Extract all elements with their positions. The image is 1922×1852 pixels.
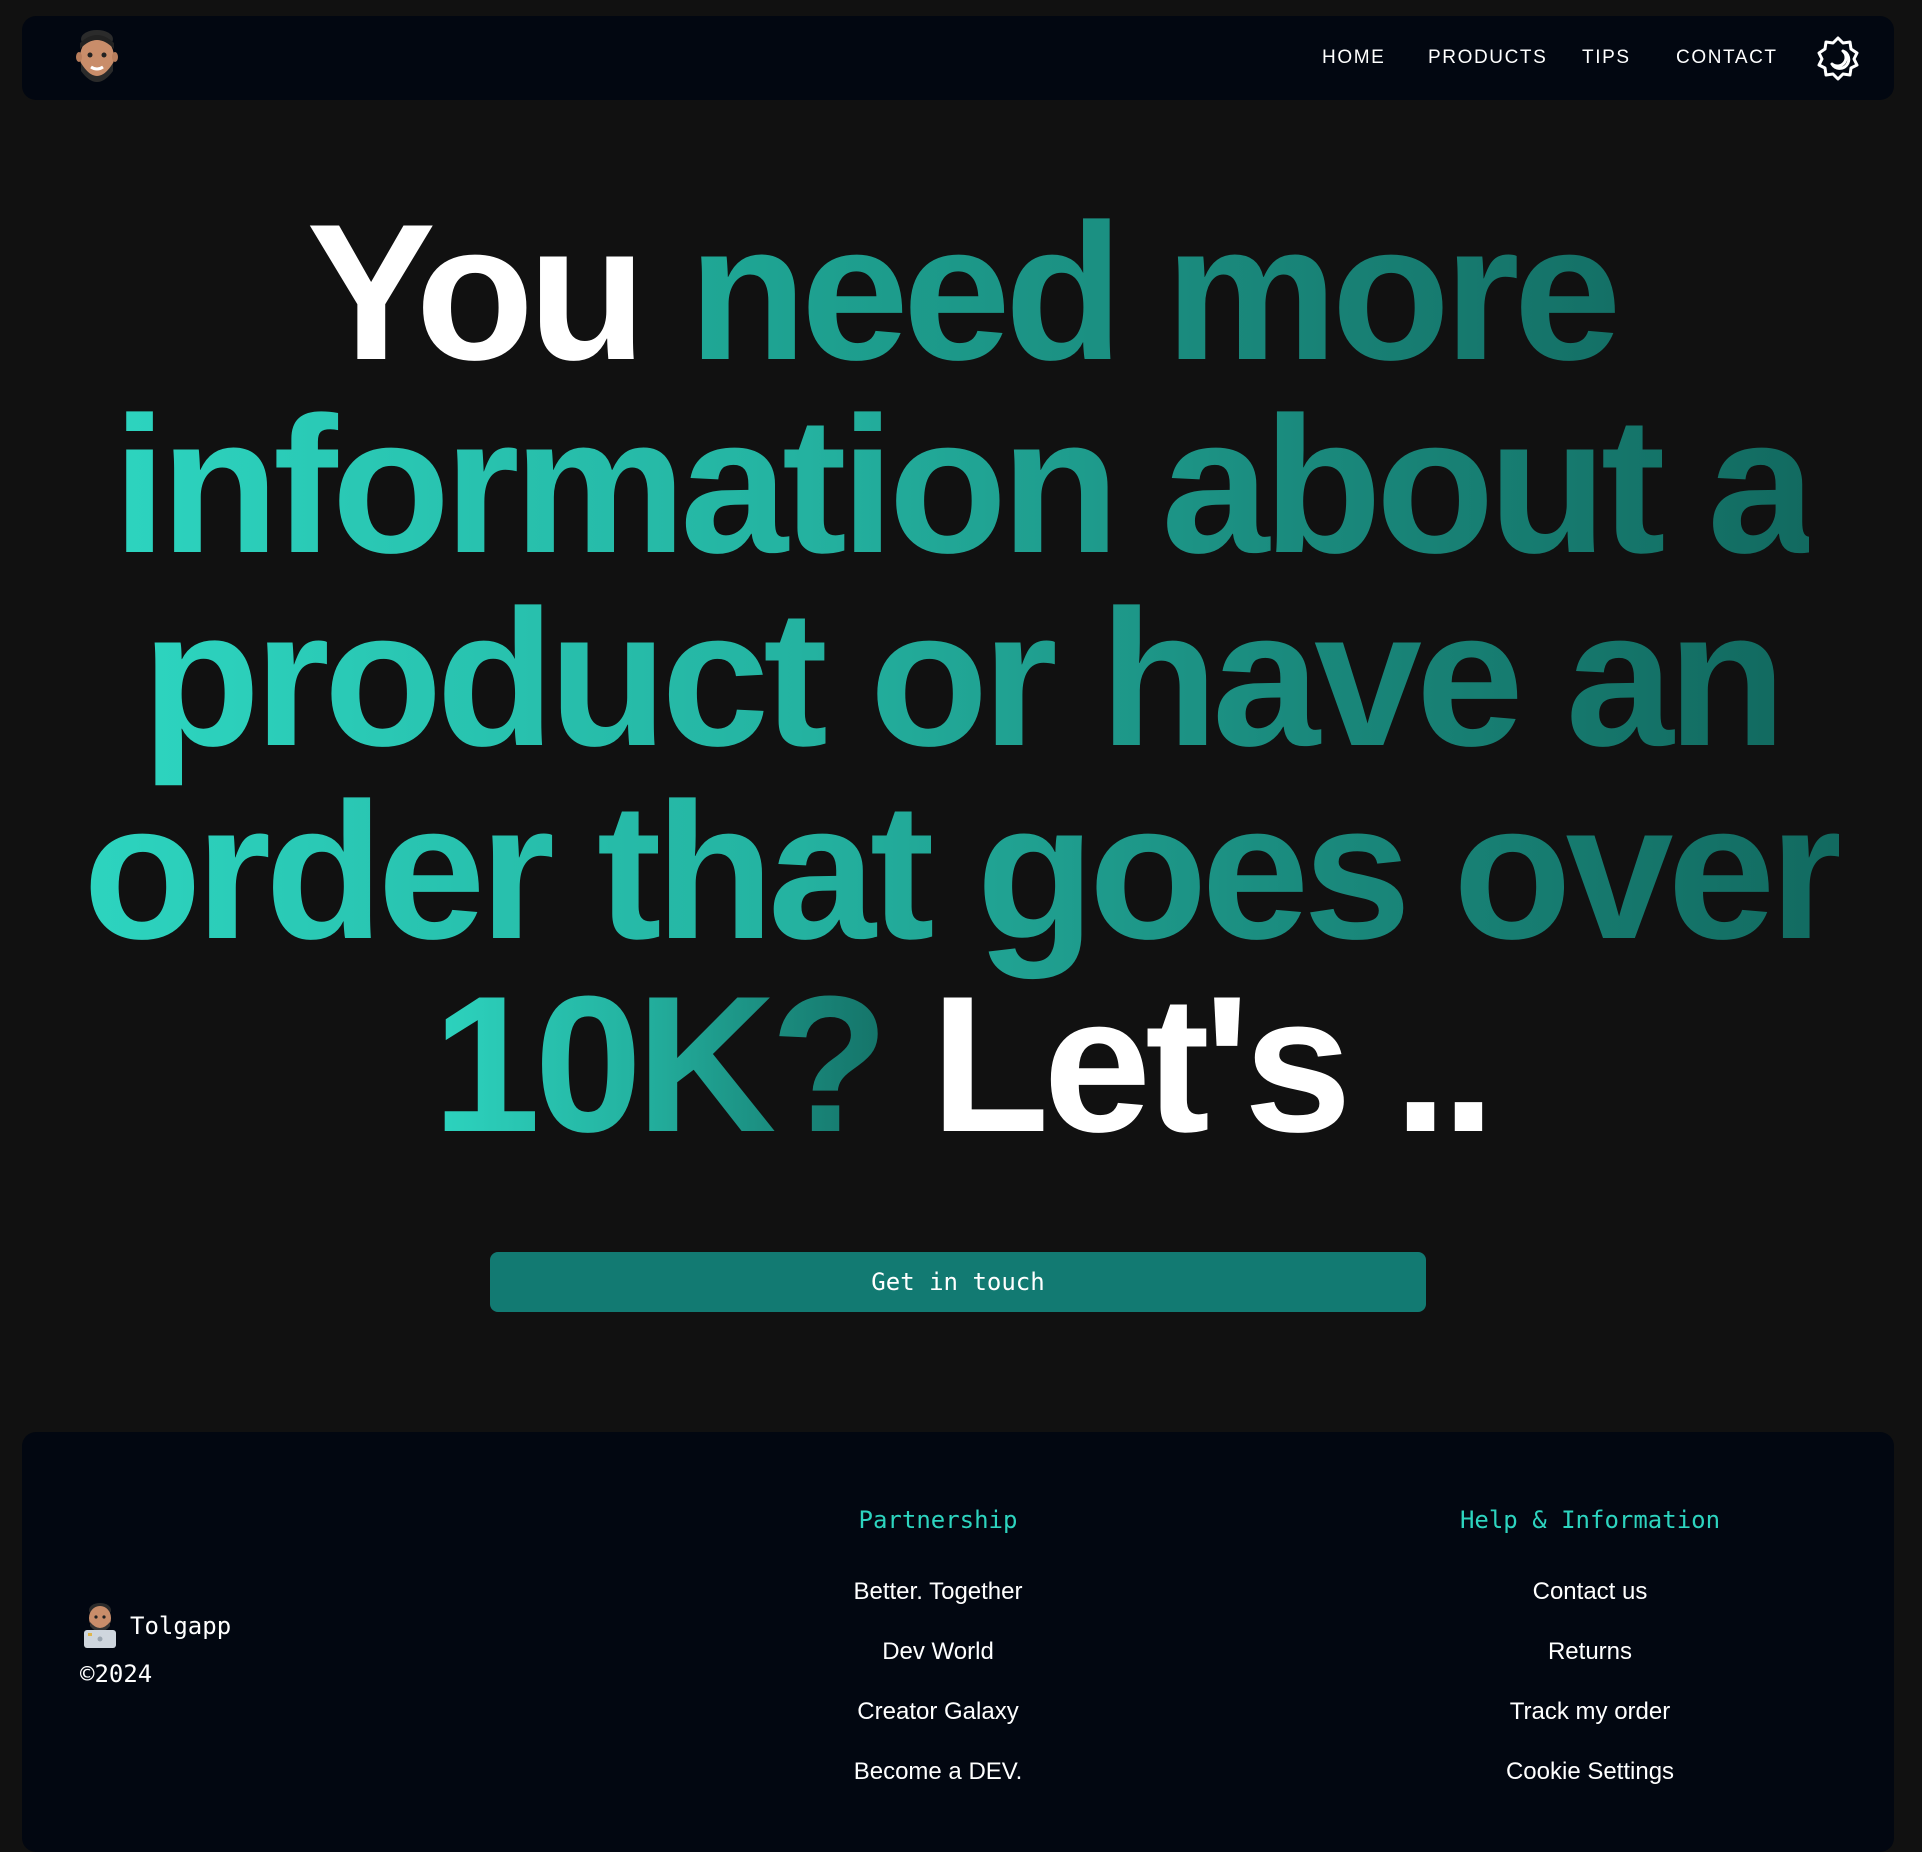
copyright-year: ©2024 bbox=[80, 1660, 153, 1688]
footer-link-become-a-dev[interactable]: Become a DEV. bbox=[728, 1758, 1148, 1818]
hero-line-3: product or have an bbox=[0, 582, 1922, 776]
footer-link-contact-us[interactable]: Contact us bbox=[1380, 1578, 1800, 1638]
nav-tips-link[interactable]: TIPS bbox=[1582, 16, 1631, 100]
footer-link-creator-galaxy[interactable]: Creator Galaxy bbox=[728, 1698, 1148, 1758]
hero-accent-text: 10K? bbox=[432, 956, 931, 1173]
footer-link-dev-world[interactable]: Dev World bbox=[728, 1638, 1148, 1698]
theme-toggle-icon[interactable] bbox=[1814, 34, 1862, 82]
developer-memoji-icon bbox=[84, 1603, 116, 1648]
hero-heading: You need more information about a produc… bbox=[0, 196, 1922, 1162]
get-in-touch-button[interactable]: Get in touch bbox=[490, 1252, 1426, 1312]
footer-link-track-my-order[interactable]: Track my order bbox=[1380, 1698, 1800, 1758]
hero-white-text: Let's .. bbox=[930, 956, 1496, 1173]
footer-link-cookie-settings[interactable]: Cookie Settings bbox=[1380, 1758, 1800, 1818]
nav-products-link[interactable]: PRODUCTS bbox=[1428, 16, 1547, 100]
hero-accent-text: order that goes over bbox=[83, 763, 1845, 980]
nav-contact-link[interactable]: CONTACT bbox=[1676, 16, 1778, 100]
brand-name: Tolgapp bbox=[130, 1612, 232, 1640]
site-footer: Tolgapp ©2024 Partnership Better. Togeth… bbox=[22, 1432, 1894, 1852]
footer-link-better-together[interactable]: Better. Together bbox=[728, 1578, 1148, 1638]
hero-line-5: 10K? Let's .. bbox=[0, 968, 1922, 1162]
hero-accent-text: information about a bbox=[112, 377, 1816, 594]
top-navbar: HOME PRODUCTS TIPS CONTACT bbox=[22, 16, 1894, 100]
hero-accent-text: need more bbox=[688, 184, 1621, 401]
help-information-heading: Help & Information bbox=[1459, 1506, 1721, 1534]
help-information-column: Help & Information Contact us Returns Tr… bbox=[1380, 1506, 1800, 1818]
hero-line-1: You need more bbox=[0, 196, 1922, 390]
footer-link-returns[interactable]: Returns bbox=[1380, 1638, 1800, 1698]
hero-white-text: You bbox=[306, 184, 689, 401]
nav-home-link[interactable]: HOME bbox=[1322, 16, 1385, 100]
hero-accent-text: product or have an bbox=[141, 570, 1786, 787]
partnership-heading: Partnership bbox=[858, 1506, 1018, 1534]
partnership-column: Partnership Better. Together Dev World C… bbox=[728, 1506, 1148, 1818]
hero-line-2: information about a bbox=[0, 389, 1922, 583]
hero-line-4: order that goes over bbox=[0, 775, 1922, 969]
